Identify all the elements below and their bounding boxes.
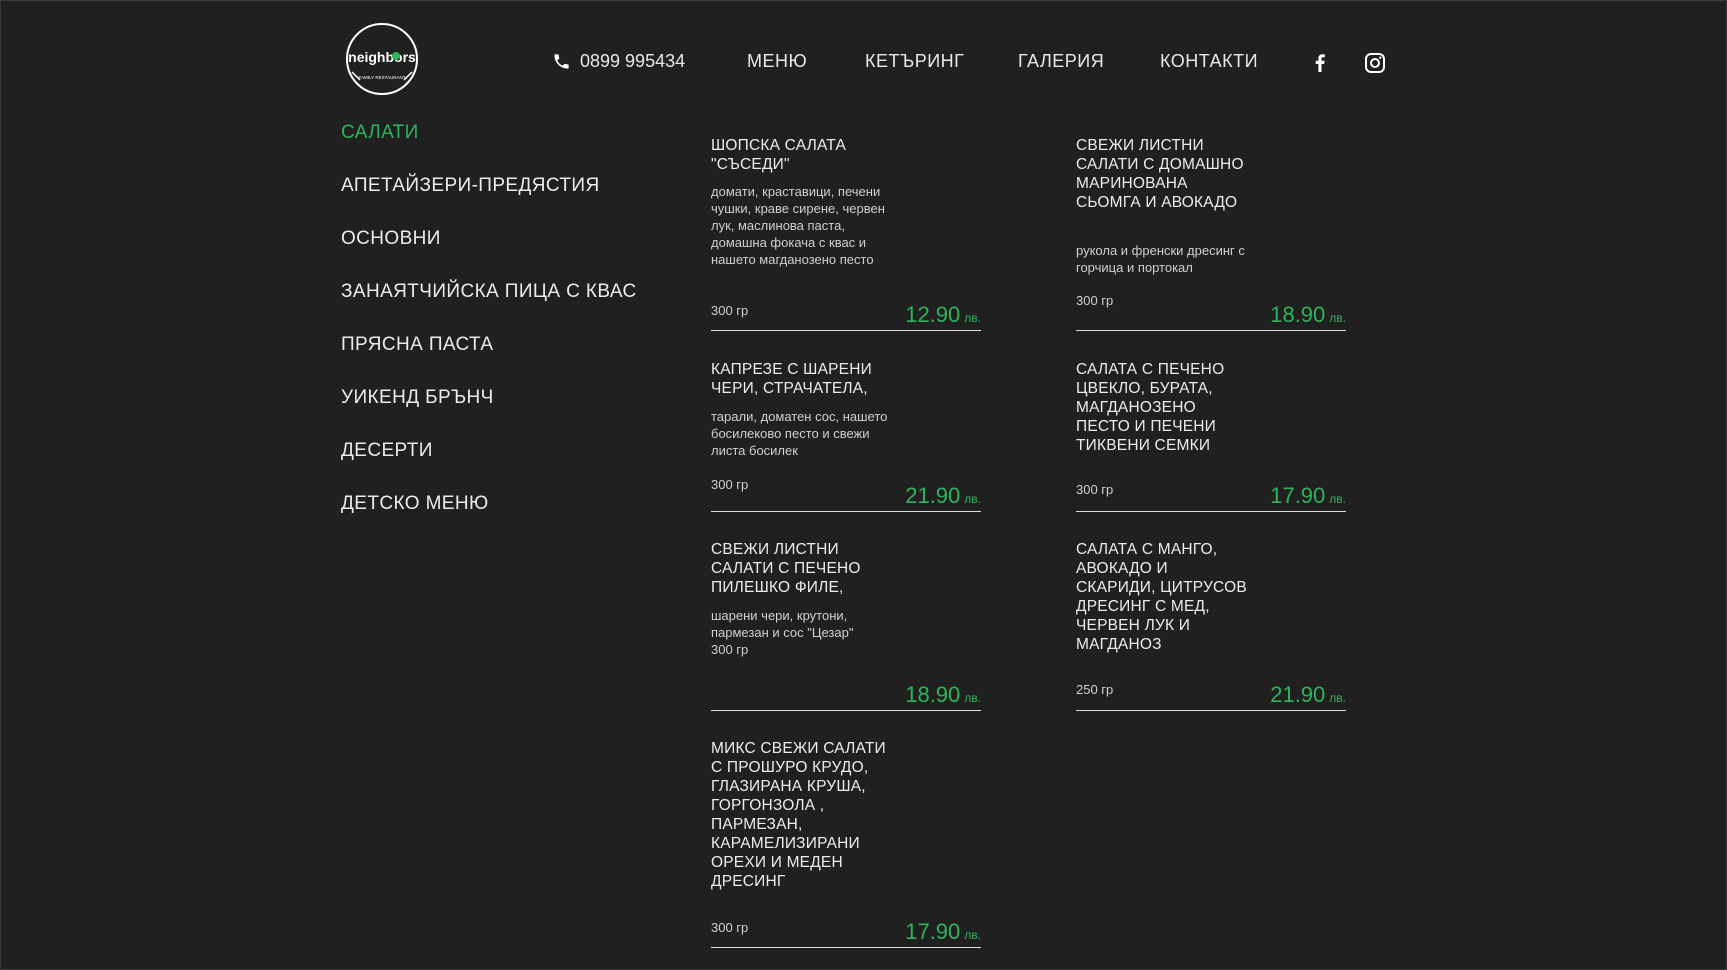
phone-link[interactable]: 0899 995434 xyxy=(552,51,685,72)
menu-item[interactable]: СВЕЖИ ЛИСТНИ САЛАТИ С ДОМАШНО МАРИНОВАНА… xyxy=(1076,136,1346,331)
menu-item[interactable]: МИКС СВЕЖИ САЛАТИ С ПРОШУРО КРУДО, ГЛАЗИ… xyxy=(711,739,981,948)
logo[interactable]: neighbors FAMILY RESTAURANT xyxy=(340,22,424,96)
category-pizza[interactable]: ЗАНАЯТЧИЙСКА ПИЦА С КВАС xyxy=(341,281,637,303)
item-price: 18.90 лв. xyxy=(905,682,981,707)
item-price: 12.90 лв. xyxy=(905,302,981,327)
category-mains[interactable]: ОСНОВНИ xyxy=(341,228,441,250)
nav-contacts[interactable]: КОНТАКТИ xyxy=(1160,51,1258,72)
item-price: 21.90 лв. xyxy=(905,483,981,508)
item-description: рукола и френски дресинг с горчица и пор… xyxy=(1076,243,1245,275)
phone-number: 0899 995434 xyxy=(580,51,686,71)
instagram-icon[interactable] xyxy=(1363,51,1387,75)
menu-item[interactable]: СВЕЖИ ЛИСТНИ САЛАТИ С ПЕЧЕНО ПИЛЕШКО ФИЛ… xyxy=(711,540,981,711)
item-title: МИКС СВЕЖИ САЛАТИ С ПРОШУРО КРУДО, ГЛАЗИ… xyxy=(711,740,886,890)
item-weight: 300 гр xyxy=(711,642,749,657)
item-description: тарали, доматен сос, нашето босилеково п… xyxy=(711,409,888,458)
menu-item[interactable]: САЛАТА С ПЕЧЕНО ЦВЕКЛО, БУРАТА, МАГДАНОЗ… xyxy=(1076,360,1346,512)
item-title: САЛАТА С ПЕЧЕНО ЦВЕКЛО, БУРАТА, МАГДАНОЗ… xyxy=(1076,361,1225,454)
category-salads[interactable]: САЛАТИ xyxy=(341,122,419,144)
item-title: КАПРЕЗЕ С ШАРЕНИ ЧЕРИ, СТРАЧАТЕЛА, xyxy=(711,361,872,397)
category-kids[interactable]: ДЕТСКО МЕНЮ xyxy=(341,493,489,515)
page: neighbors FAMILY RESTAURANT 0899 995434 … xyxy=(0,0,1727,970)
item-weight: 300 гр xyxy=(711,920,749,935)
nav-catering[interactable]: КЕТЪРИНГ xyxy=(865,51,964,72)
item-weight: 300 гр xyxy=(711,303,749,318)
item-weight: 300 гр xyxy=(1076,482,1114,497)
menu-item[interactable]: ШОПСКА САЛАТА "СЪСЕДИ" домати, краставиц… xyxy=(711,136,981,331)
menu-item[interactable]: САЛАТА С МАНГО, АВОКАДО И СКАРИДИ, ЦИТРУ… xyxy=(1076,540,1346,711)
item-weight: 300 гр xyxy=(711,477,749,492)
item-price: 21.90 лв. xyxy=(1270,682,1346,707)
category-desserts[interactable]: ДЕСЕРТИ xyxy=(341,440,433,462)
item-title: САЛАТА С МАНГО, АВОКАДО И СКАРИДИ, ЦИТРУ… xyxy=(1076,541,1247,653)
menu-item[interactable]: КАПРЕЗЕ С ШАРЕНИ ЧЕРИ, СТРАЧАТЕЛА, тарал… xyxy=(711,360,981,512)
item-weight: 250 гр xyxy=(1076,682,1114,697)
item-weight: 300 гр xyxy=(1076,293,1114,308)
item-title: СВЕЖИ ЛИСТНИ САЛАТИ С ПЕЧЕНО ПИЛЕШКО ФИЛ… xyxy=(711,541,861,596)
nav-gallery[interactable]: ГАЛЕРИЯ xyxy=(1018,51,1104,72)
item-price: 18.90 лв. xyxy=(1270,302,1346,327)
category-pasta[interactable]: ПРЯСНА ПАСТА xyxy=(341,334,493,356)
logo-text: neighbors xyxy=(348,49,416,65)
logo-subtext: FAMILY RESTAURANT xyxy=(358,75,405,80)
category-appetizers[interactable]: АПЕТАЙЗЕРИ-ПРЕДЯСТИЯ xyxy=(341,175,600,197)
nav-menu[interactable]: МЕНЮ xyxy=(747,51,807,72)
item-title: ШОПСКА САЛАТА "СЪСЕДИ" xyxy=(711,137,846,173)
item-description: домати, краставици, печени чушки, краве … xyxy=(711,184,885,267)
item-price: 17.90 лв. xyxy=(1270,483,1346,508)
item-price: 17.90 лв. xyxy=(905,919,981,944)
facebook-icon[interactable] xyxy=(1308,51,1332,75)
item-description: шарени чери, крутони, пармезан и сос "Це… xyxy=(711,608,854,640)
item-title: СВЕЖИ ЛИСТНИ САЛАТИ С ДОМАШНО МАРИНОВАНА… xyxy=(1076,137,1244,211)
phone-icon xyxy=(554,54,569,69)
category-brunch[interactable]: УИКЕНД БРЪНЧ xyxy=(341,387,494,409)
